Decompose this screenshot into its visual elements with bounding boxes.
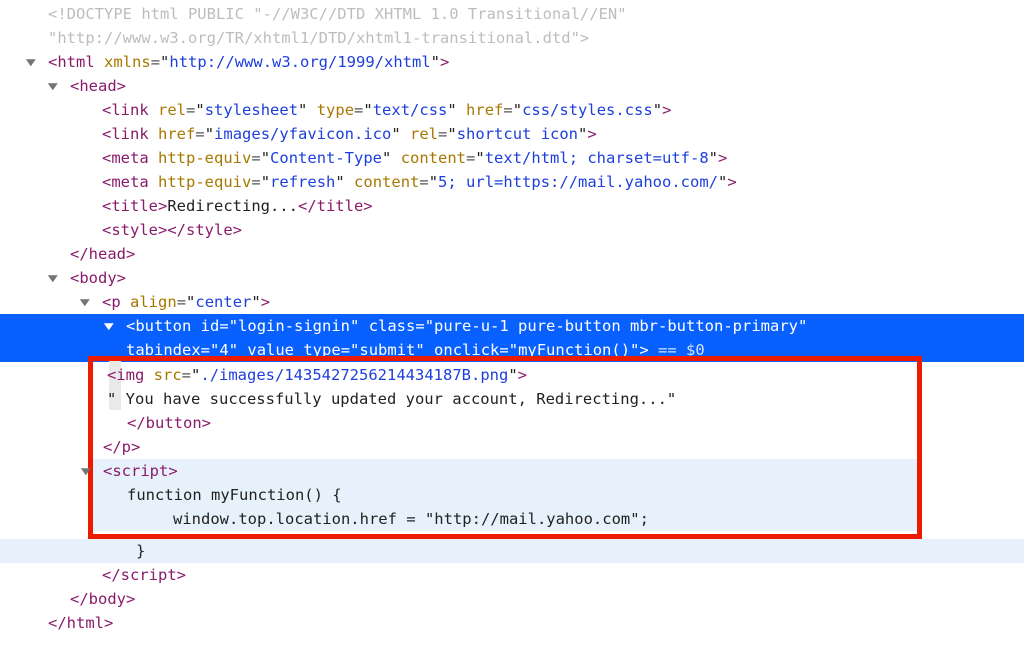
img-element[interactable]: <img src="./images/1435427256214434187B.…	[93, 363, 917, 387]
script-open[interactable]: <script>	[93, 459, 917, 483]
html-close[interactable]: </html>	[0, 611, 1024, 635]
toggle-icon[interactable]	[104, 323, 114, 330]
link-stylesheet[interactable]: <link rel="stylesheet" type="text/css" h…	[0, 98, 1024, 122]
toggle-icon[interactable]	[26, 59, 36, 66]
p-open[interactable]: <p align="center">	[0, 290, 1024, 314]
toggle-icon[interactable]	[80, 299, 90, 306]
body-close[interactable]: </body>	[0, 587, 1024, 611]
script-tail[interactable]: }	[0, 539, 1024, 563]
meta-content-type[interactable]: <meta http-equiv="Content-Type" content=…	[0, 146, 1024, 170]
head-close[interactable]: </head>	[0, 242, 1024, 266]
doctype-line-2[interactable]: "http://www.w3.org/TR/xhtml1/DTD/xhtml1-…	[0, 26, 1024, 50]
toggle-icon[interactable]	[48, 275, 58, 282]
style-element[interactable]: <style></style>	[0, 218, 1024, 242]
head-open[interactable]: <head>	[0, 74, 1024, 98]
script-close[interactable]: </script>	[0, 563, 1024, 587]
selected-element[interactable]: <button id="login-signin" class="pure-u-…	[0, 314, 1024, 362]
doctype-line-1[interactable]: <!DOCTYPE html PUBLIC "-//W3C//DTD XHTML…	[0, 2, 1024, 26]
meta-refresh[interactable]: <meta http-equiv="refresh" content="5; u…	[0, 170, 1024, 194]
script-content[interactable]: function myFunction() { window.top.locat…	[93, 483, 917, 531]
link-favicon[interactable]: <link href="images/yfavicon.ico" rel="sh…	[0, 122, 1024, 146]
code-view[interactable]: <!DOCTYPE html PUBLIC "-//W3C//DTD XHTML…	[0, 2, 1024, 635]
toggle-icon[interactable]	[48, 83, 58, 90]
body-open[interactable]: <body>	[0, 266, 1024, 290]
html-open[interactable]: <html xmlns="http://www.w3.org/1999/xhtm…	[0, 50, 1024, 74]
toggle-icon[interactable]	[81, 468, 91, 475]
p-close[interactable]: </p>	[93, 435, 917, 459]
button-text-node[interactable]: " You have successfully updated your acc…	[93, 387, 917, 411]
button-close[interactable]: </button>	[93, 411, 917, 435]
highlighted-region: <img src="./images/1435427256214434187B.…	[88, 356, 922, 539]
title-element[interactable]: <title>Redirecting...</title>	[0, 194, 1024, 218]
